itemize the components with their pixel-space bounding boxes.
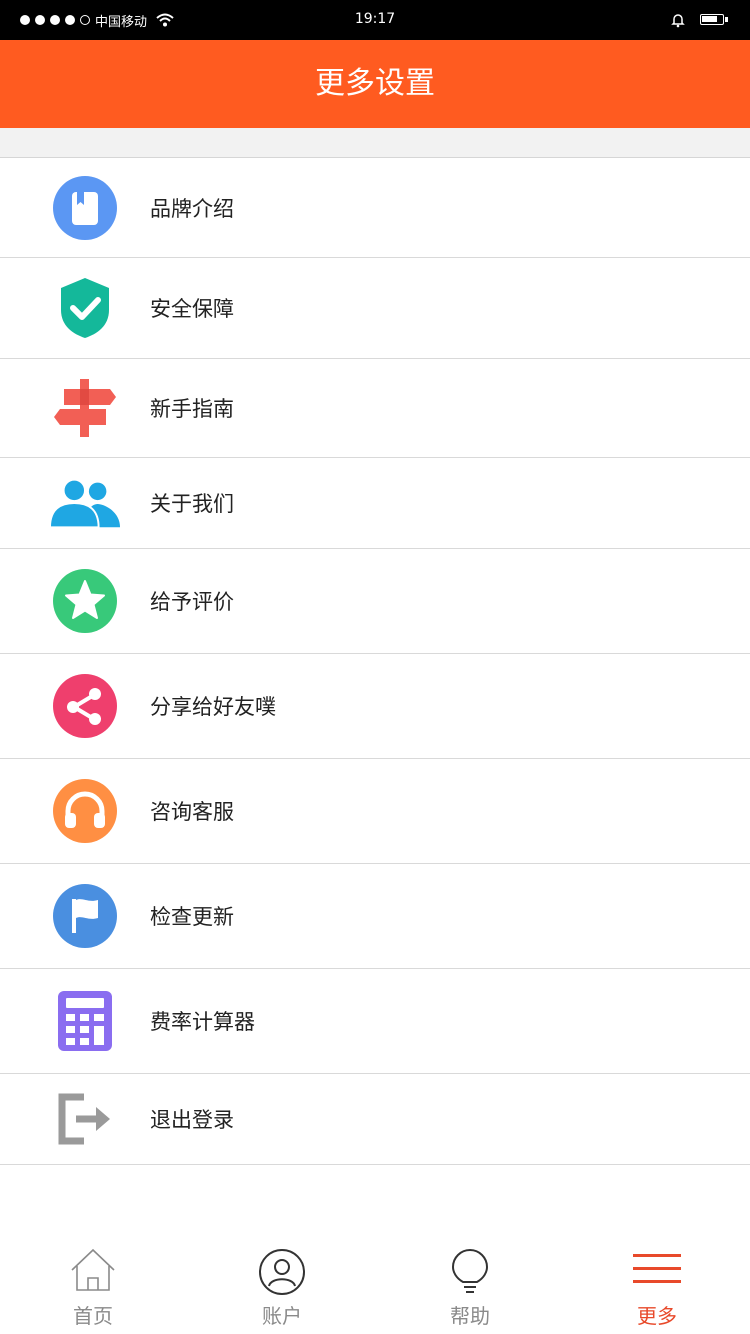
tab-label: 帮助: [450, 1304, 490, 1328]
menu-item-label: 检查更新: [150, 905, 234, 929]
page-title: 更多设置: [315, 66, 435, 101]
menu-item-label: 新手指南: [150, 397, 234, 421]
tab-label: 首页: [73, 1304, 113, 1328]
calculator-icon: [50, 987, 120, 1055]
tab-help[interactable]: 帮助: [410, 1230, 530, 1334]
tab-label: 账户: [262, 1304, 302, 1328]
menu-item-rate[interactable]: 给予评价: [0, 549, 750, 654]
section-gap: [0, 128, 750, 158]
menu-item-security[interactable]: 安全保障: [0, 258, 750, 359]
alarm-icon: [671, 14, 685, 28]
bottom-tab-bar: 首页 账户 帮助 更多: [0, 1230, 750, 1334]
settings-list: 品牌介绍 安全保障 新手指南 关于我们 给予评价 分享给好友噗 咨询客服 检查更…: [0, 158, 750, 1165]
battery-icon: [700, 14, 728, 25]
users-icon: [50, 469, 120, 537]
home-icon: [71, 1248, 115, 1291]
tab-more[interactable]: 更多: [597, 1230, 717, 1334]
account-icon: [259, 1249, 305, 1295]
menu-item-rate-calculator[interactable]: 费率计算器: [0, 969, 750, 1074]
star-icon: [50, 567, 120, 635]
shield-check-icon: [50, 274, 120, 342]
menu-item-label: 关于我们: [150, 492, 234, 516]
menu-item-beginner-guide[interactable]: 新手指南: [0, 359, 750, 458]
flag-icon: [50, 882, 120, 950]
menu-icon: [633, 1254, 681, 1283]
menu-item-customer-service[interactable]: 咨询客服: [0, 759, 750, 864]
logout-icon: [50, 1085, 120, 1153]
menu-item-check-update[interactable]: 检查更新: [0, 864, 750, 969]
menu-item-label: 退出登录: [150, 1108, 234, 1132]
tab-label: 更多: [637, 1304, 677, 1328]
menu-item-label: 品牌介绍: [150, 196, 234, 221]
menu-item-label: 咨询客服: [150, 800, 234, 824]
menu-item-label: 费率计算器: [150, 1010, 255, 1034]
lightbulb-icon: [451, 1249, 489, 1293]
status-time: 19:17: [354, 11, 396, 27]
menu-item-logout[interactable]: 退出登录: [0, 1074, 750, 1165]
title-bar: 更多设置: [0, 40, 750, 128]
menu-item-about-us[interactable]: 关于我们: [0, 458, 750, 549]
menu-item-label: 分享给好友噗: [150, 695, 276, 719]
tab-home[interactable]: 首页: [33, 1230, 153, 1334]
brand-book-icon: [50, 174, 120, 242]
menu-item-label: 安全保障: [150, 297, 234, 321]
menu-item-label: 给予评价: [150, 590, 234, 614]
status-bar: 中国移动 19:17: [0, 0, 750, 40]
menu-item-brand-intro[interactable]: 品牌介绍: [0, 158, 750, 258]
signpost-icon: [50, 374, 120, 442]
share-icon: [50, 672, 120, 740]
headphones-icon: [50, 777, 120, 845]
menu-item-share[interactable]: 分享给好友噗: [0, 654, 750, 759]
tab-account[interactable]: 账户: [222, 1230, 342, 1334]
